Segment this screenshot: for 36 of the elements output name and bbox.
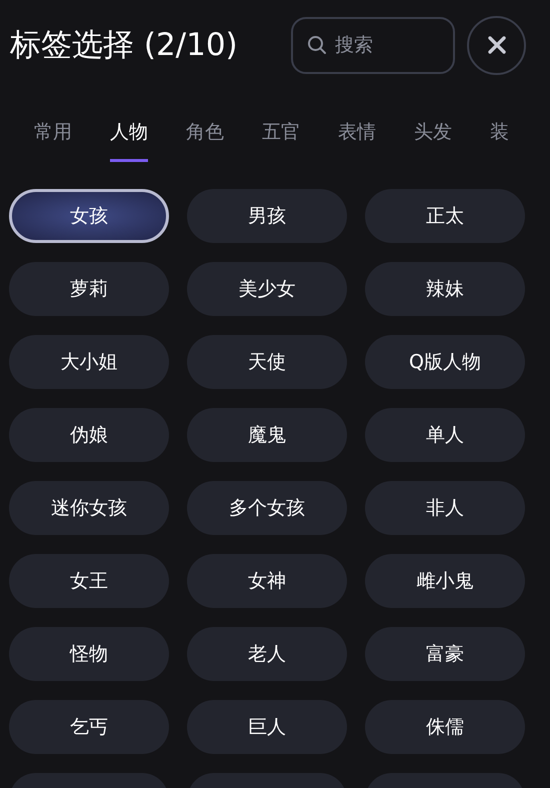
tag-chip[interactable]: 老人	[187, 627, 347, 681]
tag-chip[interactable]: Q版人物	[365, 335, 525, 389]
category-tab[interactable]: 装	[490, 118, 509, 162]
page-title: 标签选择 (2/10)	[10, 26, 239, 65]
category-tab[interactable]: 常用	[34, 118, 72, 162]
category-tab[interactable]: 人物	[110, 118, 148, 162]
tag-chip[interactable]: 男孩	[187, 189, 347, 243]
tag-chip[interactable]: 雌小鬼	[365, 554, 525, 608]
tag-chip[interactable]: 魔鬼	[187, 408, 347, 462]
search-icon	[307, 34, 327, 54]
tag-chip[interactable]: 大小姐	[9, 335, 169, 389]
close-icon	[486, 35, 506, 55]
category-tab[interactable]: 五官	[262, 118, 300, 162]
tag-chip[interactable]: 乞丐	[9, 700, 169, 754]
tag-chip[interactable]: 伪娘	[9, 408, 169, 462]
tag-chip[interactable]: 美少女	[187, 262, 347, 316]
tag-chip[interactable]: 女孩	[9, 189, 169, 243]
search-field[interactable]: 搜索	[291, 16, 455, 74]
tag-chip[interactable]: 女神	[187, 554, 347, 608]
tag-chip[interactable]: 非人	[365, 481, 525, 535]
tag-chip[interactable]: 萝莉	[9, 262, 169, 316]
tag-chip[interactable]: 怪物	[9, 627, 169, 681]
tag-chip[interactable]: 迷你女孩	[9, 481, 169, 535]
close-button[interactable]	[467, 16, 526, 74]
tag-chip[interactable]: 辣妹	[365, 262, 525, 316]
tag-chip[interactable]: 女王	[9, 554, 169, 608]
tag-chip[interactable]: 多个女孩	[187, 481, 347, 535]
tag-chip[interactable]: 正太	[365, 189, 525, 243]
tag-chip[interactable]: 巨人	[187, 700, 347, 754]
category-tab[interactable]: 表情	[338, 118, 376, 162]
tag-chip[interactable]: 侏儒	[365, 700, 525, 754]
category-tab[interactable]: 角色	[186, 118, 224, 162]
tag-chip[interactable]: 富豪	[365, 627, 525, 681]
tag-chip[interactable]: 单人	[365, 408, 525, 462]
tag-chip[interactable]: 天使	[187, 335, 347, 389]
category-tab[interactable]: 头发	[414, 118, 452, 162]
